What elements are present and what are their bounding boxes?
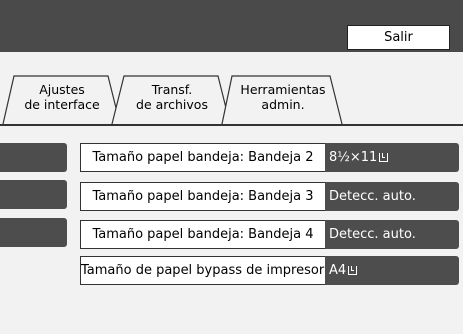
left-setting-cell[interactable] <box>0 143 67 172</box>
tray4-paper-size-button[interactable]: Tamaño papel bandeja: Bandeja 4 <box>80 220 326 249</box>
left-setting-cell[interactable] <box>0 218 67 247</box>
tray2-paper-size-value: 8½×11 <box>325 143 459 172</box>
tab-interface-settings[interactable]: Ajustes de interface <box>10 82 114 112</box>
tray3-paper-size-button[interactable]: Tamaño papel bandeja: Bandeja 3 <box>80 182 326 211</box>
exit-button[interactable]: Salir <box>347 25 450 50</box>
paper-orientation-icon <box>348 266 358 275</box>
title-bar: Salir <box>0 0 463 52</box>
tab-file-transfer[interactable]: Transf. de archivos <box>120 82 224 112</box>
bypass-paper-size-button[interactable]: Tamaño de papel bypass de impresora <box>80 256 326 285</box>
tray4-paper-size-value: Detecc. auto. <box>325 220 459 249</box>
left-setting-cell[interactable] <box>0 180 67 209</box>
tab-admin-tools[interactable]: Herramientas admin. <box>230 82 336 112</box>
tray3-paper-size-value: Detecc. auto. <box>325 182 459 211</box>
paper-orientation-icon <box>379 153 389 162</box>
bypass-paper-size-value: A4 <box>325 256 459 285</box>
tray2-paper-size-button[interactable]: Tamaño papel bandeja: Bandeja 2 <box>80 143 326 172</box>
tab-underline <box>0 124 463 126</box>
